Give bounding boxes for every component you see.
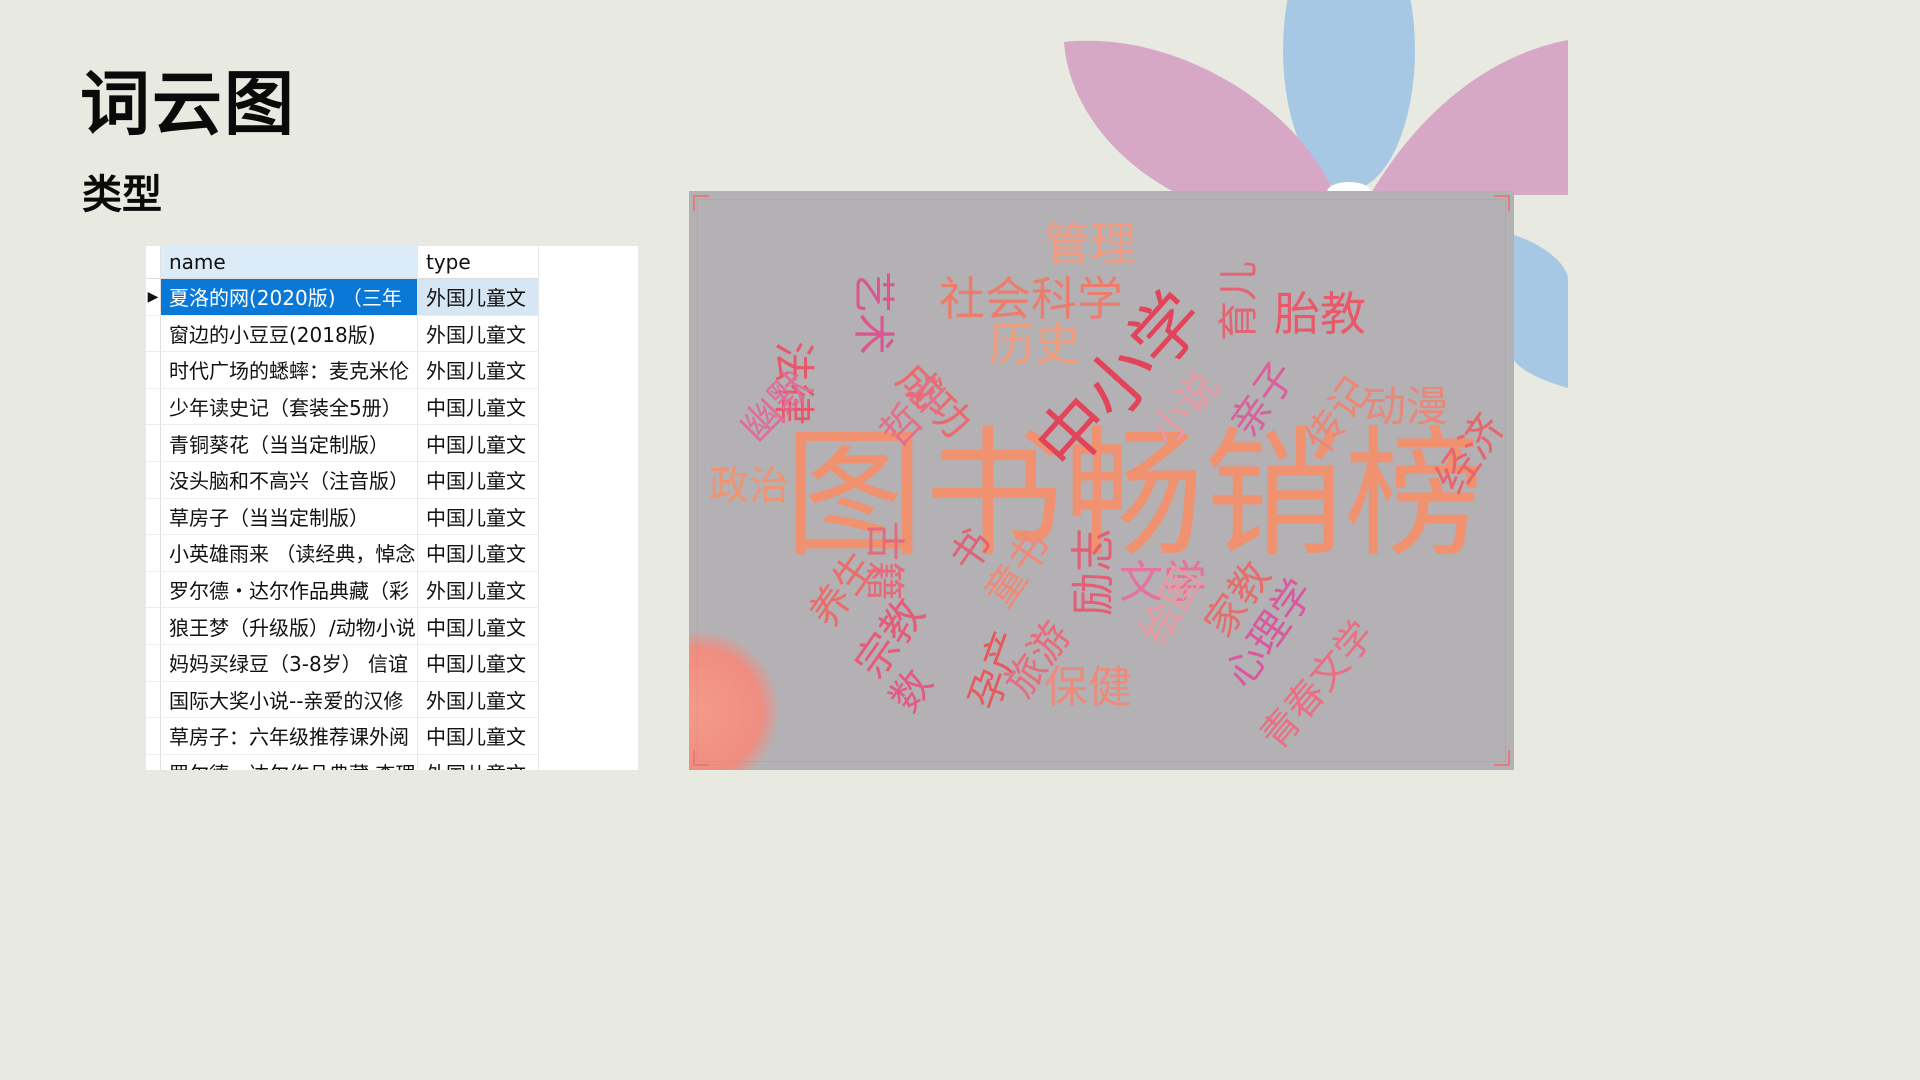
cell-type[interactable]: 中国儿童文 xyxy=(417,498,539,536)
wordcloud-word: 历史 xyxy=(989,317,1081,371)
row-indicator[interactable] xyxy=(146,534,161,572)
cell-name[interactable]: 小英雄雨来 （读经典，悼念 xyxy=(160,534,418,572)
cell-type[interactable]: 外国儿童文 xyxy=(417,315,539,353)
cell-type[interactable]: 外国儿童文 xyxy=(417,681,539,719)
slide-title: 词云图 xyxy=(80,63,296,145)
row-indicator[interactable] xyxy=(146,571,161,609)
frame-corner-br xyxy=(1494,750,1510,766)
cell-name[interactable]: 草房子：六年级推荐课外阅 xyxy=(160,717,418,755)
petal-pink-right xyxy=(1370,40,1568,195)
table-row[interactable]: 草房子：六年级推荐课外阅 中国儿童文 xyxy=(146,717,539,755)
cell-name[interactable]: 没头脑和不高兴（注音版） xyxy=(160,461,418,499)
grid-header-row: name type xyxy=(146,246,539,279)
row-indicator[interactable] xyxy=(146,424,161,462)
wordcloud-word: 胎教 xyxy=(1274,287,1366,341)
cell-name[interactable]: 青铜葵花（当当定制版） xyxy=(160,424,418,462)
word-cloud: 图书畅销榜 中小学 管理 社会科学 艺术 历史 育儿 胎教 成功 法律 哲学 幽默 小说 亲子 传记 动漫 经济… xyxy=(689,191,1514,770)
frame-corner-tr xyxy=(1494,195,1510,211)
cell-name[interactable]: 罗尔德・达尔作品典藏 查理 xyxy=(160,754,418,770)
row-indicator[interactable] xyxy=(146,388,161,426)
table-row[interactable]: 时代广场的蟋蟀：麦克米伦 外国儿童文 xyxy=(146,351,539,389)
cell-name[interactable]: 夏洛的网(2020版) （三年 xyxy=(160,278,418,316)
cell-type[interactable]: 外国儿童文 xyxy=(417,571,539,609)
table-row[interactable]: 小英雄雨来 （读经典，悼念 中国儿童文 xyxy=(146,534,539,572)
cell-type[interactable]: 中国儿童文 xyxy=(417,534,539,572)
cell-type[interactable]: 中国儿童文 xyxy=(417,644,539,682)
table-row[interactable]: ▶ 夏洛的网(2020版) （三年 外国儿童文 xyxy=(146,278,539,316)
row-indicator[interactable]: ▶ xyxy=(146,278,161,316)
table-row[interactable]: 狼王梦（升级版）/动物小说 中国儿童文 xyxy=(146,607,539,645)
petal-pink-left xyxy=(1064,40,1335,195)
table-row[interactable]: 草房子（当当定制版） 中国儿童文 xyxy=(146,498,539,536)
table-row[interactable]: 青铜葵花（当当定制版） 中国儿童文 xyxy=(146,424,539,462)
row-indicator[interactable] xyxy=(146,607,161,645)
table-row[interactable]: 国际大奖小说--亲爱的汉修 外国儿童文 xyxy=(146,681,539,719)
column-header-name[interactable]: name xyxy=(160,246,418,279)
wordcloud-word: 艺术 xyxy=(849,271,898,356)
cell-type[interactable]: 中国儿童文 xyxy=(417,388,539,426)
table-row[interactable]: 罗尔德・达尔作品典藏 查理外国儿童文 xyxy=(146,754,539,770)
slide-subtitle: 类型 xyxy=(82,172,162,218)
row-indicator[interactable] xyxy=(146,681,161,719)
wordcloud-word: 励志 xyxy=(1068,528,1119,616)
row-indicator[interactable] xyxy=(146,351,161,389)
cell-name[interactable]: 草房子（当当定制版） xyxy=(160,498,418,536)
cell-type[interactable]: 外国儿童文 xyxy=(417,754,539,770)
cell-type[interactable]: 中国儿童文 xyxy=(417,717,539,755)
cell-type[interactable]: 中国儿童文 xyxy=(417,607,539,645)
wordcloud-word: 育儿 xyxy=(1216,261,1262,341)
cell-name[interactable]: 国际大奖小说--亲爱的汉修 xyxy=(160,681,418,719)
table-row[interactable]: 罗尔德・达尔作品典藏（彩 外国儿童文 xyxy=(146,571,539,609)
cell-type[interactable]: 中国儿童文 xyxy=(417,461,539,499)
frame-corner-tl xyxy=(693,195,709,211)
cell-type[interactable]: 外国儿童文 xyxy=(417,278,539,316)
row-indicator[interactable] xyxy=(146,315,161,353)
table-row[interactable]: 妈妈买绿豆（3-8岁） 信谊 中国儿童文 xyxy=(146,644,539,682)
wordcloud-word: 政治 xyxy=(709,463,789,509)
wordcloud-word: 管理 xyxy=(1044,217,1136,271)
cell-name[interactable]: 窗边的小豆豆(2018版) xyxy=(160,315,418,353)
cell-name[interactable]: 罗尔德・达尔作品典藏（彩 xyxy=(160,571,418,609)
table-row[interactable]: 没头脑和不高兴（注音版） 中国儿童文 xyxy=(146,461,539,499)
table-row[interactable]: 少年读史记（套装全5册） 中国儿童文 xyxy=(146,388,539,426)
row-indicator[interactable] xyxy=(146,644,161,682)
cell-type[interactable]: 中国儿童文 xyxy=(417,424,539,462)
cell-name[interactable]: 时代广场的蟋蟀：麦克米伦 xyxy=(160,351,418,389)
row-indicator[interactable] xyxy=(146,717,161,755)
wordcloud-word: 保健 xyxy=(1044,662,1132,713)
petal-blue-right xyxy=(1514,235,1568,388)
row-indicator[interactable] xyxy=(146,754,161,770)
cell-name[interactable]: 妈妈买绿豆（3-8岁） 信谊 xyxy=(160,644,418,682)
cell-name[interactable]: 少年读史记（套装全5册） xyxy=(160,388,418,426)
frame-corner-bl xyxy=(693,750,709,766)
table-row[interactable]: 窗边的小豆豆(2018版) 外国儿童文 xyxy=(146,315,539,353)
cell-type[interactable]: 外国儿童文 xyxy=(417,351,539,389)
petal-blue-top xyxy=(1283,0,1415,190)
wordcloud-word: 动漫 xyxy=(1364,382,1449,431)
data-grid[interactable]: name type ▶ 夏洛的网(2020版) （三年 外国儿童文 窗边的小豆豆(20… xyxy=(146,246,638,770)
cell-name[interactable]: 狼王梦（升级版）/动物小说 xyxy=(160,607,418,645)
wordcloud-word: 社会科学 xyxy=(939,272,1123,326)
row-indicator[interactable] xyxy=(146,461,161,499)
row-indicator-header xyxy=(146,246,161,279)
row-indicator[interactable] xyxy=(146,498,161,536)
column-header-type[interactable]: type xyxy=(417,246,539,279)
